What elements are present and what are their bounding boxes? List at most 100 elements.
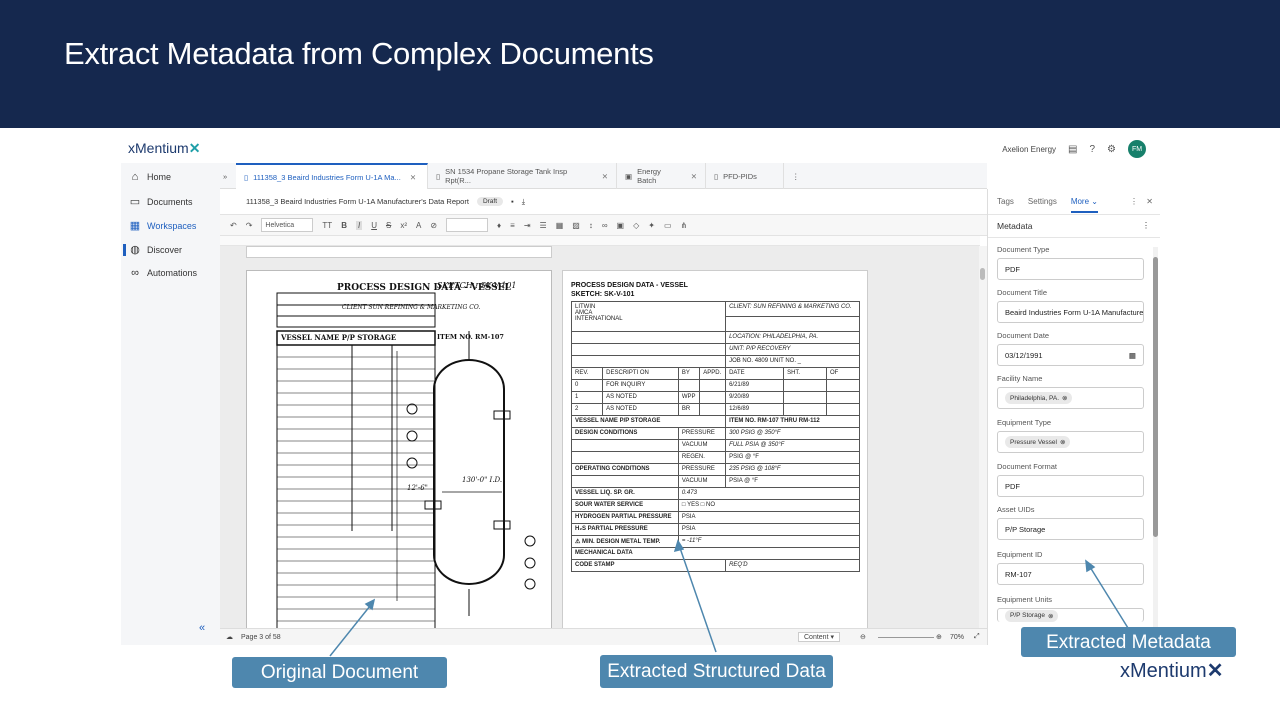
sidebar-item-discover[interactable]: ◍ Discover xyxy=(129,243,182,256)
underline-icon[interactable]: U xyxy=(371,221,377,230)
asset-uids-input[interactable]: P/P Storage xyxy=(997,518,1144,540)
equipment-type-chip[interactable]: Pressure Vessel ⊗ xyxy=(1005,436,1071,448)
chip-label: P/P Storage xyxy=(1010,612,1045,619)
document-date-input[interactable]: 03/12/1991 ▦ xyxy=(997,344,1144,366)
sidebar-item-automations[interactable]: ∞ Automations xyxy=(129,267,197,279)
tab-beaird[interactable]: ▯ 111358_3 Beaird Industries Form U-1A Ma… xyxy=(236,163,428,189)
avatar[interactable]: FM xyxy=(1128,140,1146,158)
document-title-input[interactable]: Beaird Industries Form U-1A Manufacture xyxy=(997,301,1144,323)
remove-chip-icon[interactable]: ⊗ xyxy=(1060,438,1065,446)
field-document-date: Document Date 03/12/1991 ▦ xyxy=(997,331,1144,366)
equipment-units-chip[interactable]: P/P Storage ⊗ xyxy=(1005,609,1059,622)
tab-sn1534[interactable]: ▯ SN 1534 Propane Storage Tank Insp Rpt(R… xyxy=(428,163,617,189)
rev-cell: 9/20/89 xyxy=(725,391,785,404)
logo-text: xMentium xyxy=(128,140,189,156)
equipment-id-input[interactable]: RM-107 xyxy=(997,563,1144,585)
scan-item-no: ITEM NO. RM-107 xyxy=(437,333,504,341)
fit-icon[interactable]: ⤢ xyxy=(974,633,980,641)
tab-settings[interactable]: Settings xyxy=(1028,197,1057,206)
field-document-type: Document Type PDF xyxy=(997,245,1144,280)
tab-pfd-pids[interactable]: ▯ PFD-PIDs xyxy=(706,163,784,189)
panel-scroll-thumb[interactable] xyxy=(1153,257,1158,537)
comment-icon[interactable]: ▭ xyxy=(664,221,672,230)
pd-cell: CODE STAMP xyxy=(570,559,727,572)
close-icon[interactable]: ✕ xyxy=(691,172,697,181)
sidebar: ⌂ Home ▭ Documents ▦ Workspaces ◍ Discover ∞… xyxy=(121,163,220,645)
remove-chip-icon[interactable]: ⊗ xyxy=(1048,612,1053,620)
font-select[interactable]: Helvetica xyxy=(261,218,314,232)
metadata-menu-icon[interactable]: ⋮ xyxy=(1142,221,1150,230)
collapse-sidebar-icon[interactable]: « xyxy=(199,622,205,634)
list-icon[interactable]: ☰ xyxy=(540,221,547,230)
spacing-icon[interactable]: ↕ xyxy=(589,221,593,230)
facility-chip[interactable]: Philadelphia, PA. ⊗ xyxy=(1005,392,1073,404)
equipment-units-input[interactable]: P/P Storage ⊗ xyxy=(997,608,1144,622)
tab-energy-batch[interactable]: ▣ Energy Batch ✕ xyxy=(617,163,706,189)
rev-header-cell: SHT. xyxy=(783,367,828,380)
download-icon[interactable]: ⤓ xyxy=(522,197,525,207)
chart-icon[interactable]: ▤ xyxy=(1068,144,1077,155)
clear-format-icon[interactable]: ⊘ xyxy=(430,221,437,230)
top-right-controls: Axelion Energy ▤ ? ⚙ FM xyxy=(1002,140,1146,158)
tree-icon[interactable]: ⋔ xyxy=(681,221,688,230)
field-label: Document Format xyxy=(997,462,1058,471)
media-icon[interactable]: ▣ xyxy=(617,221,625,230)
text-color-icon[interactable]: A xyxy=(416,221,421,230)
save-icon[interactable]: ▪ xyxy=(511,197,514,206)
indent-icon[interactable]: ⇥ xyxy=(524,221,531,230)
tabs-more-icon[interactable]: ⋮ xyxy=(784,163,804,189)
facility-name-input[interactable]: Philadelphia, PA. ⊗ xyxy=(997,387,1144,409)
zoom-out-icon[interactable]: ⊖ xyxy=(860,633,866,641)
sidebar-item-workspaces[interactable]: ▦ Workspaces xyxy=(129,219,197,232)
workspaces-icon: ▦ xyxy=(129,220,141,232)
scroll-thumb[interactable] xyxy=(980,268,985,280)
align-icon[interactable]: ≡ xyxy=(510,221,515,230)
font-size-icon[interactable]: TT xyxy=(322,221,332,230)
divider xyxy=(988,214,1160,215)
table-row: CODE STAMP REQ'D xyxy=(570,559,860,572)
table-icon[interactable]: ▦ xyxy=(556,221,564,230)
tabs-expand-icon[interactable]: » xyxy=(220,163,235,189)
panel-scrollbar[interactable] xyxy=(1153,247,1158,645)
app-logo[interactable]: xMentium✕ xyxy=(128,140,200,157)
superscript-icon[interactable]: x² xyxy=(400,221,407,230)
sidebar-item-documents[interactable]: ▭ Documents xyxy=(129,195,193,208)
sidebar-item-label: Home xyxy=(147,172,172,182)
equipment-type-input[interactable]: Pressure Vessel ⊗ xyxy=(997,431,1144,453)
strike-icon[interactable]: S xyxy=(386,221,391,230)
tab-tags[interactable]: Tags xyxy=(997,197,1014,206)
zoom-in-icon[interactable]: ⊕ xyxy=(936,633,942,641)
field-asset-uids: Asset UIDs P/P Storage xyxy=(997,505,1144,540)
document-format-input[interactable]: PDF xyxy=(997,475,1144,497)
italic-icon[interactable]: I xyxy=(355,220,363,230)
bold-icon[interactable]: B xyxy=(341,221,347,230)
scan-drawing xyxy=(276,292,536,628)
tab-more[interactable]: More ⌄ xyxy=(1070,197,1098,213)
document-type-input[interactable]: PDF xyxy=(997,258,1144,280)
field-label: Equipment Type xyxy=(997,418,1052,427)
redo-icon[interactable]: ↷ xyxy=(246,221,253,230)
paint-icon[interactable]: ♦ xyxy=(497,221,501,230)
link-icon[interactable]: ∞ xyxy=(602,221,608,230)
tab-label: 111358_3 Beaird Industries Form U-1A Ma.… xyxy=(253,172,401,182)
size-input[interactable] xyxy=(446,218,489,232)
tag-icon[interactable]: ◇ xyxy=(633,221,639,230)
pd-cell: OPERATING CONDITIONS xyxy=(571,463,679,476)
remove-chip-icon[interactable]: ⊗ xyxy=(1062,394,1067,402)
close-icon[interactable]: ✕ xyxy=(602,172,608,181)
content-select[interactable]: Content ▾ xyxy=(798,632,840,642)
sidebar-item-home[interactable]: ⌂ Home xyxy=(129,171,171,183)
gear-icon[interactable]: ⚙ xyxy=(1107,144,1116,155)
help-icon[interactable]: ? xyxy=(1089,144,1095,155)
image-icon[interactable]: ▨ xyxy=(572,221,580,230)
close-panel-icon[interactable]: ✕ xyxy=(1146,197,1153,206)
ai-icon[interactable]: ✦ xyxy=(648,221,655,230)
rev-cell xyxy=(699,391,727,404)
close-icon[interactable]: ✕ xyxy=(410,173,416,182)
panel-menu-icon[interactable]: ⋮ xyxy=(1130,197,1138,206)
calendar-icon[interactable]: ▦ xyxy=(1129,351,1136,360)
undo-icon[interactable]: ↶ xyxy=(230,221,237,230)
zoom-slider[interactable] xyxy=(878,637,934,638)
canvas-scrollbar[interactable] xyxy=(979,246,987,628)
status-badge: Draft xyxy=(476,197,504,206)
